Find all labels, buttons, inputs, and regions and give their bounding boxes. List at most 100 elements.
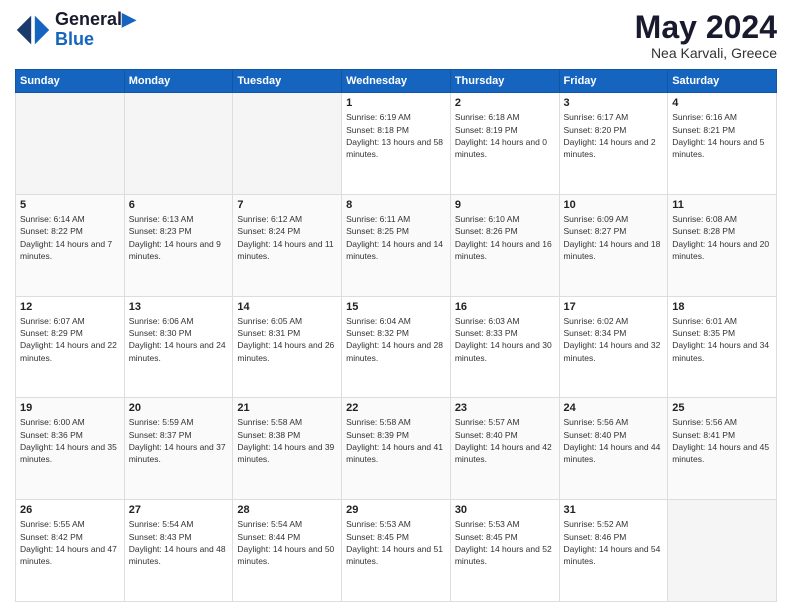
day-cell-2-7: 11 Sunrise: 6:08 AM Sunset: 8:28 PM Dayl… [668,194,777,296]
day-number: 22 [346,402,446,414]
day-info: Sunrise: 6:13 AM Sunset: 8:23 PM Dayligh… [129,213,229,262]
day-cell-5-3: 28 Sunrise: 5:54 AM Sunset: 8:44 PM Dayl… [233,500,342,602]
day-info: Sunrise: 6:10 AM Sunset: 8:26 PM Dayligh… [455,213,555,262]
day-number: 26 [20,504,120,516]
day-number: 8 [346,199,446,211]
day-cell-4-4: 22 Sunrise: 5:58 AM Sunset: 8:39 PM Dayl… [342,398,451,500]
week-row-3: 12 Sunrise: 6:07 AM Sunset: 8:29 PM Dayl… [16,296,777,398]
day-cell-1-7: 4 Sunrise: 6:16 AM Sunset: 8:21 PM Dayli… [668,93,777,195]
day-cell-1-4: 1 Sunrise: 6:19 AM Sunset: 8:18 PM Dayli… [342,93,451,195]
header-thursday: Thursday [450,70,559,93]
day-number: 17 [564,301,664,313]
day-cell-1-5: 2 Sunrise: 6:18 AM Sunset: 8:19 PM Dayli… [450,93,559,195]
day-cell-1-1 [16,93,125,195]
day-number: 23 [455,402,555,414]
day-cell-5-4: 29 Sunrise: 5:53 AM Sunset: 8:45 PM Dayl… [342,500,451,602]
day-cell-3-5: 16 Sunrise: 6:03 AM Sunset: 8:33 PM Dayl… [450,296,559,398]
day-info: Sunrise: 5:59 AM Sunset: 8:37 PM Dayligh… [129,416,229,465]
day-number: 4 [672,97,772,109]
day-cell-4-6: 24 Sunrise: 5:56 AM Sunset: 8:40 PM Dayl… [559,398,668,500]
day-cell-4-1: 19 Sunrise: 6:00 AM Sunset: 8:36 PM Dayl… [16,398,125,500]
day-number: 10 [564,199,664,211]
day-info: Sunrise: 5:56 AM Sunset: 8:41 PM Dayligh… [672,416,772,465]
day-info: Sunrise: 6:09 AM Sunset: 8:27 PM Dayligh… [564,213,664,262]
day-number: 29 [346,504,446,516]
day-info: Sunrise: 6:08 AM Sunset: 8:28 PM Dayligh… [672,213,772,262]
day-number: 20 [129,402,229,414]
day-cell-3-6: 17 Sunrise: 6:02 AM Sunset: 8:34 PM Dayl… [559,296,668,398]
day-info: Sunrise: 6:11 AM Sunset: 8:25 PM Dayligh… [346,213,446,262]
day-info: Sunrise: 5:54 AM Sunset: 8:44 PM Dayligh… [237,518,337,567]
day-info: Sunrise: 6:01 AM Sunset: 8:35 PM Dayligh… [672,315,772,364]
week-row-1: 1 Sunrise: 6:19 AM Sunset: 8:18 PM Dayli… [16,93,777,195]
day-info: Sunrise: 6:14 AM Sunset: 8:22 PM Dayligh… [20,213,120,262]
day-number: 7 [237,199,337,211]
day-cell-2-2: 6 Sunrise: 6:13 AM Sunset: 8:23 PM Dayli… [124,194,233,296]
day-number: 19 [20,402,120,414]
header-tuesday: Tuesday [233,70,342,93]
day-cell-3-2: 13 Sunrise: 6:06 AM Sunset: 8:30 PM Dayl… [124,296,233,398]
day-cell-2-3: 7 Sunrise: 6:12 AM Sunset: 8:24 PM Dayli… [233,194,342,296]
day-info: Sunrise: 5:54 AM Sunset: 8:43 PM Dayligh… [129,518,229,567]
day-number: 2 [455,97,555,109]
title-block: May 2024 Nea Karvali, Greece [635,10,777,61]
location: Nea Karvali, Greece [635,45,777,61]
day-cell-5-1: 26 Sunrise: 5:55 AM Sunset: 8:42 PM Dayl… [16,500,125,602]
header: General▶ Blue May 2024 Nea Karvali, Gree… [15,10,777,61]
calendar-table: Sunday Monday Tuesday Wednesday Thursday… [15,69,777,602]
day-number: 5 [20,199,120,211]
day-cell-1-6: 3 Sunrise: 6:17 AM Sunset: 8:20 PM Dayli… [559,93,668,195]
day-number: 14 [237,301,337,313]
day-cell-3-3: 14 Sunrise: 6:05 AM Sunset: 8:31 PM Dayl… [233,296,342,398]
week-row-2: 5 Sunrise: 6:14 AM Sunset: 8:22 PM Dayli… [16,194,777,296]
day-cell-5-5: 30 Sunrise: 5:53 AM Sunset: 8:45 PM Dayl… [450,500,559,602]
day-info: Sunrise: 6:03 AM Sunset: 8:33 PM Dayligh… [455,315,555,364]
week-row-4: 19 Sunrise: 6:00 AM Sunset: 8:36 PM Dayl… [16,398,777,500]
day-info: Sunrise: 5:52 AM Sunset: 8:46 PM Dayligh… [564,518,664,567]
day-number: 18 [672,301,772,313]
day-info: Sunrise: 6:17 AM Sunset: 8:20 PM Dayligh… [564,111,664,160]
day-info: Sunrise: 5:53 AM Sunset: 8:45 PM Dayligh… [346,518,446,567]
day-cell-4-7: 25 Sunrise: 5:56 AM Sunset: 8:41 PM Dayl… [668,398,777,500]
header-monday: Monday [124,70,233,93]
day-info: Sunrise: 6:18 AM Sunset: 8:19 PM Dayligh… [455,111,555,160]
day-number: 25 [672,402,772,414]
day-cell-2-4: 8 Sunrise: 6:11 AM Sunset: 8:25 PM Dayli… [342,194,451,296]
day-info: Sunrise: 5:53 AM Sunset: 8:45 PM Dayligh… [455,518,555,567]
day-info: Sunrise: 6:12 AM Sunset: 8:24 PM Dayligh… [237,213,337,262]
day-info: Sunrise: 5:57 AM Sunset: 8:40 PM Dayligh… [455,416,555,465]
logo-icon [15,12,51,48]
day-cell-3-1: 12 Sunrise: 6:07 AM Sunset: 8:29 PM Dayl… [16,296,125,398]
day-cell-1-2 [124,93,233,195]
day-info: Sunrise: 5:55 AM Sunset: 8:42 PM Dayligh… [20,518,120,567]
day-number: 12 [20,301,120,313]
day-number: 6 [129,199,229,211]
page: General▶ Blue May 2024 Nea Karvali, Gree… [0,0,792,612]
weekday-header-row: Sunday Monday Tuesday Wednesday Thursday… [16,70,777,93]
day-number: 31 [564,504,664,516]
day-number: 24 [564,402,664,414]
day-cell-5-2: 27 Sunrise: 5:54 AM Sunset: 8:43 PM Dayl… [124,500,233,602]
day-info: Sunrise: 6:07 AM Sunset: 8:29 PM Dayligh… [20,315,120,364]
day-info: Sunrise: 6:04 AM Sunset: 8:32 PM Dayligh… [346,315,446,364]
day-number: 15 [346,301,446,313]
logo-text: General▶ Blue [55,10,136,50]
week-row-5: 26 Sunrise: 5:55 AM Sunset: 8:42 PM Dayl… [16,500,777,602]
day-cell-5-7 [668,500,777,602]
day-cell-3-7: 18 Sunrise: 6:01 AM Sunset: 8:35 PM Dayl… [668,296,777,398]
day-number: 27 [129,504,229,516]
day-number: 1 [346,97,446,109]
day-number: 16 [455,301,555,313]
day-info: Sunrise: 6:05 AM Sunset: 8:31 PM Dayligh… [237,315,337,364]
day-cell-4-5: 23 Sunrise: 5:57 AM Sunset: 8:40 PM Dayl… [450,398,559,500]
header-friday: Friday [559,70,668,93]
day-info: Sunrise: 5:58 AM Sunset: 8:38 PM Dayligh… [237,416,337,465]
header-saturday: Saturday [668,70,777,93]
day-number: 11 [672,199,772,211]
day-number: 28 [237,504,337,516]
day-info: Sunrise: 6:19 AM Sunset: 8:18 PM Dayligh… [346,111,446,160]
day-cell-5-6: 31 Sunrise: 5:52 AM Sunset: 8:46 PM Dayl… [559,500,668,602]
day-number: 30 [455,504,555,516]
day-info: Sunrise: 6:16 AM Sunset: 8:21 PM Dayligh… [672,111,772,160]
logo: General▶ Blue [15,10,136,50]
